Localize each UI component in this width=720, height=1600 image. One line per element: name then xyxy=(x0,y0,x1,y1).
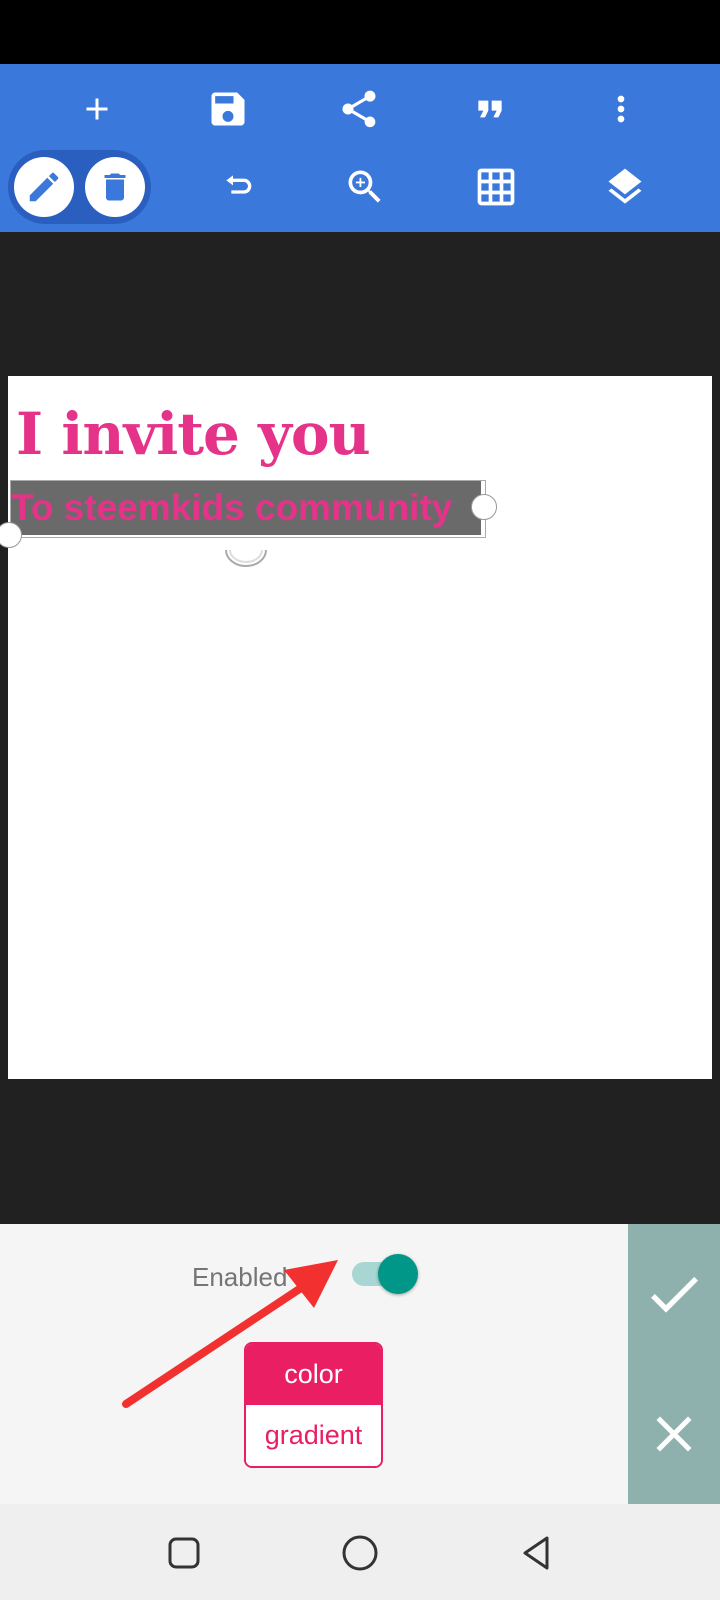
edit-button[interactable] xyxy=(14,157,74,217)
cancel-button[interactable] xyxy=(628,1374,720,1494)
edit-mode-group xyxy=(8,150,151,224)
recent-apps-icon xyxy=(168,1537,200,1569)
top-toolbar xyxy=(0,64,720,232)
selected-text-layer[interactable]: To steemkids community xyxy=(11,481,481,535)
status-bar xyxy=(0,0,720,64)
check-icon xyxy=(651,1276,698,1313)
gradient-option[interactable]: gradient xyxy=(246,1405,381,1466)
home-icon xyxy=(342,1535,378,1571)
more-vert-icon xyxy=(617,95,625,123)
confirm-button[interactable] xyxy=(628,1234,720,1354)
color-option[interactable]: color xyxy=(246,1344,381,1405)
fill-options-panel: Enabled : color gradient xyxy=(0,1224,628,1504)
more-options-button[interactable] xyxy=(586,74,656,144)
save-icon xyxy=(211,92,245,126)
share-icon xyxy=(342,90,376,128)
close-icon xyxy=(656,1416,692,1452)
zoom-in-button[interactable] xyxy=(330,152,400,222)
zoom-in-icon xyxy=(348,170,381,203)
enabled-switch[interactable] xyxy=(350,1252,420,1296)
quote-icon xyxy=(478,100,502,118)
resize-handle-left[interactable] xyxy=(0,522,22,548)
back-button[interactable] xyxy=(502,1518,572,1588)
enabled-label: Enabled : xyxy=(192,1262,302,1292)
switch-thumb xyxy=(378,1254,418,1294)
fill-type-selector: color gradient xyxy=(244,1342,383,1468)
delete-icon xyxy=(104,173,126,201)
save-button[interactable] xyxy=(193,74,263,144)
system-nav-bar xyxy=(0,1504,720,1600)
recent-apps-button[interactable] xyxy=(149,1518,219,1588)
undo-button[interactable] xyxy=(203,152,273,222)
action-column xyxy=(628,1224,720,1504)
grid-icon xyxy=(477,168,515,206)
add-button[interactable] xyxy=(62,74,132,144)
layers-button[interactable] xyxy=(590,152,660,222)
undo-icon xyxy=(226,175,252,194)
rotate-handle-icon[interactable] xyxy=(224,546,268,568)
edit-icon xyxy=(29,172,59,202)
title-text-layer[interactable]: I invite you xyxy=(16,400,371,468)
delete-button[interactable] xyxy=(85,157,145,217)
layers-icon xyxy=(608,168,642,204)
quote-button[interactable] xyxy=(455,74,525,144)
resize-handle-right[interactable] xyxy=(471,494,497,520)
grid-button[interactable] xyxy=(461,152,531,222)
design-canvas[interactable]: I invite you To steemkids community xyxy=(0,376,712,1079)
add-icon xyxy=(86,98,108,120)
home-button[interactable] xyxy=(325,1518,395,1588)
share-button[interactable] xyxy=(324,74,394,144)
back-icon xyxy=(523,1536,549,1570)
